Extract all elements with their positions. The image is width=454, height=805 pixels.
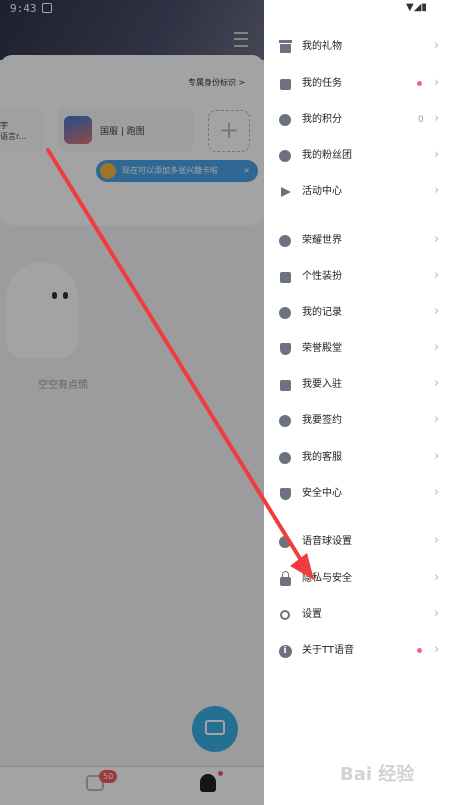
drawer-item-label: 隐私与安全: [302, 573, 352, 584]
chevron-right-icon: ›: [434, 642, 440, 657]
drawer-item-label: 关于TT语音: [302, 645, 355, 656]
star-icon: [278, 234, 292, 248]
drawer-item[interactable]: 我的粉丝团 ›: [264, 138, 454, 174]
home-icon: [278, 378, 292, 392]
shield-plant-icon: [278, 487, 292, 501]
drawer-item[interactable]: i 关于TT语音 ›: [264, 633, 454, 669]
drawer-item-label: 活动中心: [302, 186, 342, 197]
drawer-item[interactable]: 我要签约 ›: [264, 403, 454, 439]
drawer-item-label: 我的礼物: [302, 41, 342, 52]
new-dot: [417, 81, 422, 86]
chevron-right-icon: ›: [434, 111, 440, 126]
task-icon: [278, 77, 292, 91]
pin-icon: [278, 270, 292, 284]
drawer-item-label: 我要入驻: [302, 379, 342, 390]
dim-overlay[interactable]: [0, 0, 264, 805]
drawer-item[interactable]: 隐私与安全 ›: [264, 561, 454, 597]
drawer-item-label: 设置: [302, 609, 322, 620]
headset-icon: [278, 451, 292, 465]
drawer-item[interactable]: 语音球设置 ›: [264, 524, 454, 560]
chevron-right-icon: ›: [434, 147, 440, 162]
chevron-right-icon: ›: [434, 232, 440, 247]
drawer-item-label: 我的记录: [302, 307, 342, 318]
chevron-right-icon: ›: [434, 304, 440, 319]
drawer-item-label: 我的任务: [302, 78, 342, 89]
drawer-item-label: 我的积分: [302, 114, 342, 125]
drawer-item-label: 我的粉丝团: [302, 150, 352, 161]
mic-icon: [278, 535, 292, 549]
chevron-right-icon: ›: [434, 376, 440, 391]
chevron-right-icon: ›: [434, 340, 440, 355]
chevron-right-icon: ›: [434, 268, 440, 283]
lock-icon: [278, 570, 292, 586]
drawer-item-label: 安全中心: [302, 488, 342, 499]
drawer-item[interactable]: 我的客服 ›: [264, 440, 454, 476]
drawer-item[interactable]: 荣誉殿堂 ›: [264, 331, 454, 367]
gear-icon: [278, 608, 292, 622]
drawer-item[interactable]: 活动中心 ›: [264, 174, 454, 210]
clock-icon: [278, 306, 292, 320]
chevron-right-icon: ›: [434, 75, 440, 90]
drawer-item[interactable]: 我的积分 0 ›: [264, 102, 454, 138]
chevron-right-icon: ›: [434, 533, 440, 548]
chevron-right-icon: ›: [434, 606, 440, 621]
chevron-right-icon: ›: [434, 570, 440, 585]
sprout-icon: [278, 414, 292, 428]
drawer-item[interactable]: 我要入驻 ›: [264, 367, 454, 403]
chevron-right-icon: ›: [434, 449, 440, 464]
flag-icon: [278, 185, 292, 199]
drawer-item-label: 我的客服: [302, 452, 342, 463]
drawer-item[interactable]: 我的礼物 ›: [264, 29, 454, 65]
chevron-right-icon: ›: [434, 183, 440, 198]
drawer-item-label: 我要签约: [302, 415, 342, 426]
watermark: Bai 经验: [340, 764, 415, 785]
points-count: 0: [418, 115, 424, 125]
shield-icon: [278, 342, 292, 356]
drawer-item[interactable]: 安全中心 ›: [264, 476, 454, 512]
gift-icon: [278, 40, 292, 54]
drawer-item[interactable]: 个性装扮 ›: [264, 259, 454, 295]
chevron-right-icon: ›: [434, 412, 440, 427]
drawer-item-label: 荣誉殿堂: [302, 343, 342, 354]
fans-icon: [278, 149, 292, 163]
drawer-item[interactable]: 荣耀世界 ›: [264, 223, 454, 259]
chevron-right-icon: ›: [434, 38, 440, 53]
points-icon: [278, 113, 292, 127]
chevron-right-icon: ›: [434, 485, 440, 500]
info-icon: i: [278, 644, 292, 658]
drawer-item[interactable]: 我的任务 ›: [264, 66, 454, 102]
drawer-item-label: 个性装扮: [302, 271, 342, 282]
drawer-item-label: 语音球设置: [302, 536, 352, 547]
status-icons: ▼◢▮: [406, 2, 427, 13]
drawer-item-label: 荣耀世界: [302, 235, 342, 246]
drawer-item[interactable]: 我的记录 ›: [264, 295, 454, 331]
new-dot: [417, 648, 422, 653]
drawer-item[interactable]: 设置 ›: [264, 597, 454, 633]
